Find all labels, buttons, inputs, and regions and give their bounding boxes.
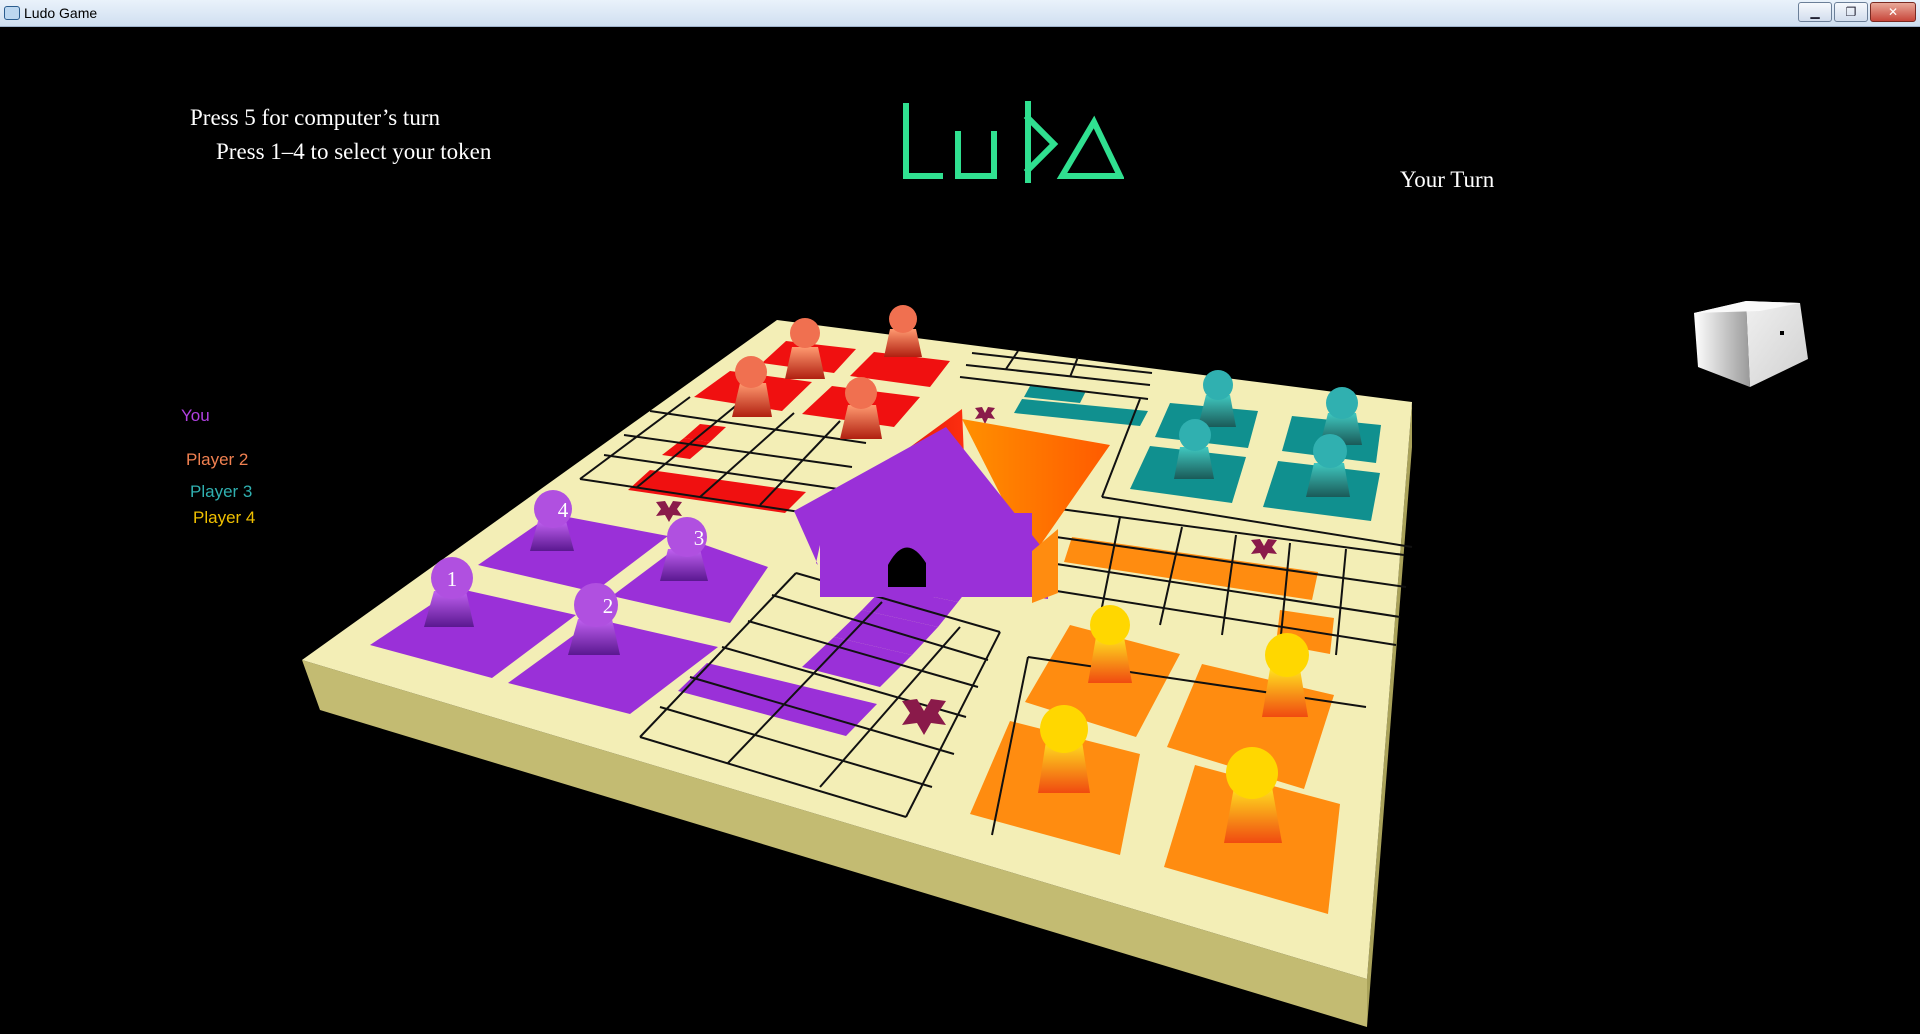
dice[interactable]: [1690, 297, 1820, 397]
token-3-label: 3: [694, 526, 705, 550]
die-pip-icon: [1780, 331, 1784, 335]
app-icon: [4, 6, 20, 20]
yellow-token: [1038, 705, 1090, 793]
token-2-label: 2: [603, 594, 614, 618]
window-title: Ludo Game: [24, 5, 98, 21]
yellow-token: [1224, 747, 1282, 843]
window-controls: ▁ ❐ ✕: [1796, 2, 1916, 24]
window-titlebar[interactable]: Ludo Game ▁ ❐ ✕: [0, 0, 1920, 27]
ludo-board[interactable]: 1 2 3 4: [0, 27, 1920, 1034]
red-token: [884, 305, 922, 357]
minimize-button[interactable]: ▁: [1798, 2, 1832, 22]
close-button[interactable]: ✕: [1870, 2, 1916, 22]
token-4-label: 4: [558, 498, 569, 522]
token-1-label: 1: [447, 567, 458, 591]
maximize-button[interactable]: ❐: [1834, 2, 1868, 22]
game-scene[interactable]: Press 5 for computer’s turn Press 1–4 to…: [0, 27, 1920, 1034]
